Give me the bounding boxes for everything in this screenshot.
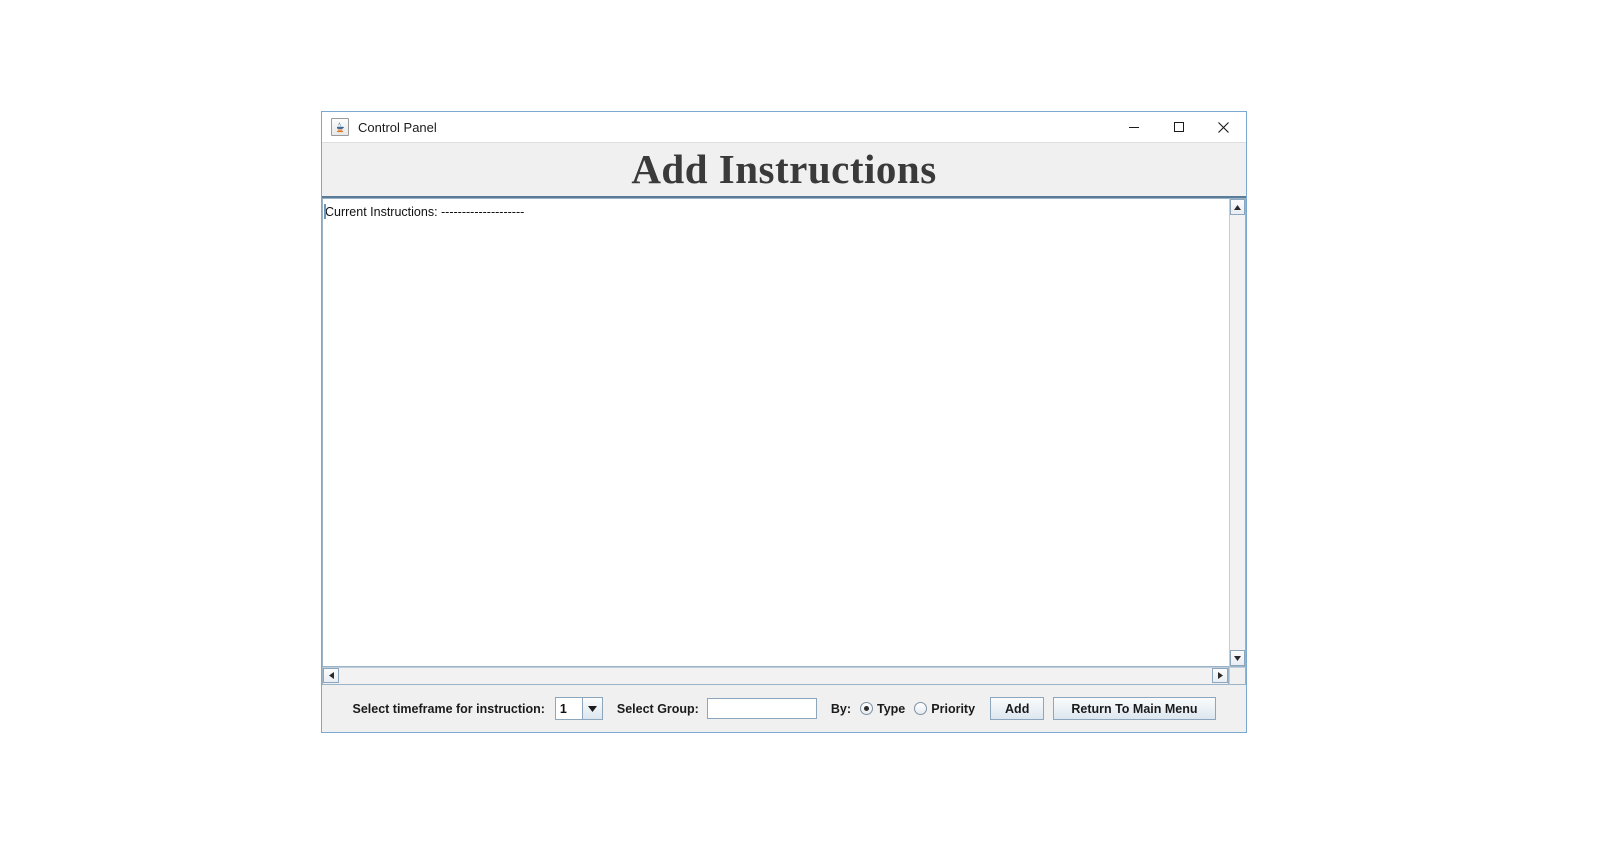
scroll-right-button[interactable] <box>1212 668 1228 683</box>
radio-button-priority-icon[interactable] <box>914 702 928 715</box>
instructions-scrollpane: Current Instructions: ------------------… <box>322 198 1246 667</box>
scroll-up-button[interactable] <box>1230 199 1245 215</box>
timeframe-selected-value: 1 <box>555 698 582 719</box>
main-content: Current Instructions: ------------------… <box>322 198 1246 685</box>
maximize-icon <box>1173 122 1184 132</box>
triangle-down-icon <box>1234 655 1241 661</box>
instructions-text: Current Instructions: ------------------… <box>325 205 525 219</box>
return-to-main-menu-button[interactable]: Return To Main Menu <box>1053 697 1216 720</box>
timeframe-combobox[interactable]: 1 <box>554 697 603 720</box>
horizontal-scrollbar-row <box>322 667 1246 685</box>
group-input[interactable] <box>706 698 817 719</box>
triangle-up-icon <box>1234 204 1241 210</box>
close-icon <box>1218 121 1229 133</box>
radio-label-type: Type <box>877 701 906 716</box>
maximize-button[interactable] <box>1156 112 1201 143</box>
radio-option-priority[interactable]: Priority <box>914 702 975 716</box>
add-button[interactable]: Add <box>990 697 1045 720</box>
page-header: Add Instructions <box>322 143 1246 198</box>
page-title: Add Instructions <box>631 146 937 192</box>
control-panel-window: Control Panel Add Instructions Current I… <box>321 111 1247 733</box>
triangle-right-icon <box>1217 672 1223 679</box>
minimize-button[interactable] <box>1111 112 1156 143</box>
close-button[interactable] <box>1201 112 1246 143</box>
bottom-toolbar: Select timeframe for instruction: 1 Sele… <box>322 685 1246 732</box>
app-root: Control Panel Add Instructions Current I… <box>0 0 1600 860</box>
window-controls <box>1111 112 1246 143</box>
window-titlebar: Control Panel <box>322 112 1246 143</box>
scrollbar-corner <box>1229 667 1246 685</box>
instructions-textarea[interactable]: Current Instructions: ------------------… <box>322 198 1229 667</box>
titlebar-left-group: Control Panel <box>322 118 1111 136</box>
scroll-down-button[interactable] <box>1230 650 1245 666</box>
radio-button-type-icon[interactable] <box>860 702 874 715</box>
triangle-left-icon <box>328 672 334 679</box>
java-coffee-cup-icon <box>331 118 349 136</box>
timeframe-label: Select timeframe for instruction: <box>352 701 545 716</box>
group-label: Select Group: <box>616 701 699 716</box>
text-caret <box>324 204 326 219</box>
horizontal-scrollbar[interactable] <box>322 667 1229 685</box>
radio-label-priority: Priority <box>931 701 976 716</box>
window-title: Control Panel <box>358 119 437 135</box>
minimize-icon <box>1128 127 1139 128</box>
vertical-scrollbar[interactable] <box>1229 198 1246 667</box>
vertical-scroll-track[interactable] <box>1230 215 1245 650</box>
horizontal-scroll-track[interactable] <box>339 668 1212 684</box>
chevron-down-icon[interactable] <box>581 698 602 719</box>
by-label: By: <box>830 701 852 716</box>
radio-option-type[interactable]: Type <box>860 702 905 716</box>
scroll-left-button[interactable] <box>323 668 339 683</box>
sort-by-radio-group: Type Priority <box>860 702 984 716</box>
